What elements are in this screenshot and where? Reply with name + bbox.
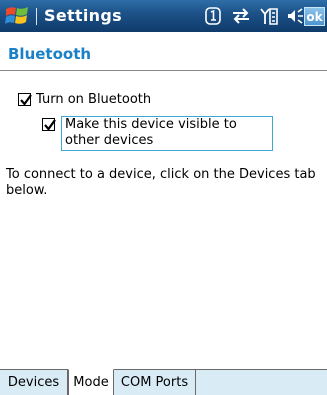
- app-title: Settings: [44, 6, 122, 25]
- heading-divider: [0, 70, 327, 71]
- signal-icon[interactable]: [258, 6, 280, 26]
- make-visible-checkbox[interactable]: [42, 118, 56, 131]
- make-visible-label[interactable]: Make this device visible to other device…: [65, 117, 270, 149]
- tab-strip: Devices Mode COM Ports: [0, 369, 327, 395]
- sim-card-icon[interactable]: [203, 6, 223, 26]
- tab-com-ports[interactable]: COM Ports: [114, 369, 196, 395]
- turn-on-bluetooth-label[interactable]: Turn on Bluetooth: [36, 92, 151, 107]
- checkmark-icon: [44, 119, 56, 131]
- ok-button[interactable]: ok: [304, 7, 325, 26]
- title-separator: [36, 8, 37, 25]
- turn-on-bluetooth-checkbox[interactable]: [18, 93, 32, 106]
- windows-logo-icon[interactable]: [4, 4, 30, 28]
- checkmark-icon: [20, 94, 32, 106]
- tab-devices[interactable]: Devices: [0, 369, 68, 395]
- page-title: Bluetooth: [8, 45, 92, 63]
- volume-icon[interactable]: [285, 6, 305, 26]
- title-bar: Settings ok: [0, 0, 327, 32]
- tab-mode[interactable]: Mode: [68, 369, 114, 395]
- connectivity-icon[interactable]: [231, 6, 251, 26]
- instruction-text: To connect to a device, click on the Dev…: [6, 167, 316, 198]
